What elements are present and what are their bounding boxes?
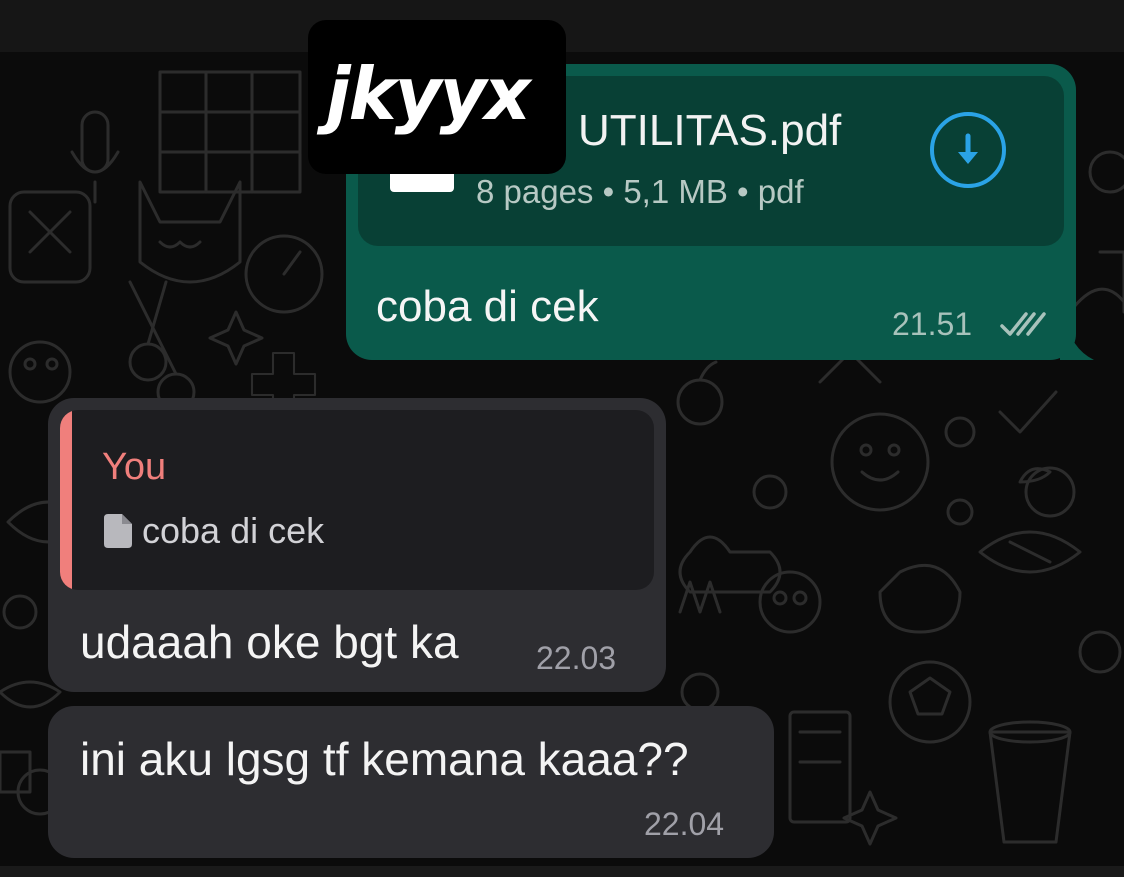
reply-quote-text: coba di cek — [142, 510, 325, 551]
document-name: UTILITAS.pdf — [578, 106, 842, 155]
document-icon — [104, 514, 132, 548]
incoming-message-text: udaaah oke bgt ka — [80, 616, 459, 668]
download-icon[interactable] — [930, 112, 1006, 188]
double-check-icon — [1000, 312, 1046, 336]
outgoing-message-text: coba di cek — [376, 282, 599, 331]
logo-text: jkyyx — [326, 52, 531, 136]
reply-quote[interactable] — [60, 410, 654, 590]
incoming-message-time: 22.04 — [644, 806, 725, 842]
incoming-message-time: 22.03 — [536, 640, 617, 676]
chat-screen: UTILITAS.pdf 8 pages • 5,1 MB • pdf coba… — [0, 0, 1124, 877]
document-meta: 8 pages • 5,1 MB • pdf — [476, 173, 804, 210]
bubble-tail — [1060, 318, 1094, 360]
bottom-bar — [0, 866, 1124, 877]
incoming-message-text: ini aku lgsg tf kemana kaaa?? — [80, 733, 689, 785]
reply-quote-accent-bar — [60, 410, 72, 590]
outgoing-message-time: 21.51 — [892, 306, 973, 342]
reply-quote-author: You — [102, 446, 167, 488]
